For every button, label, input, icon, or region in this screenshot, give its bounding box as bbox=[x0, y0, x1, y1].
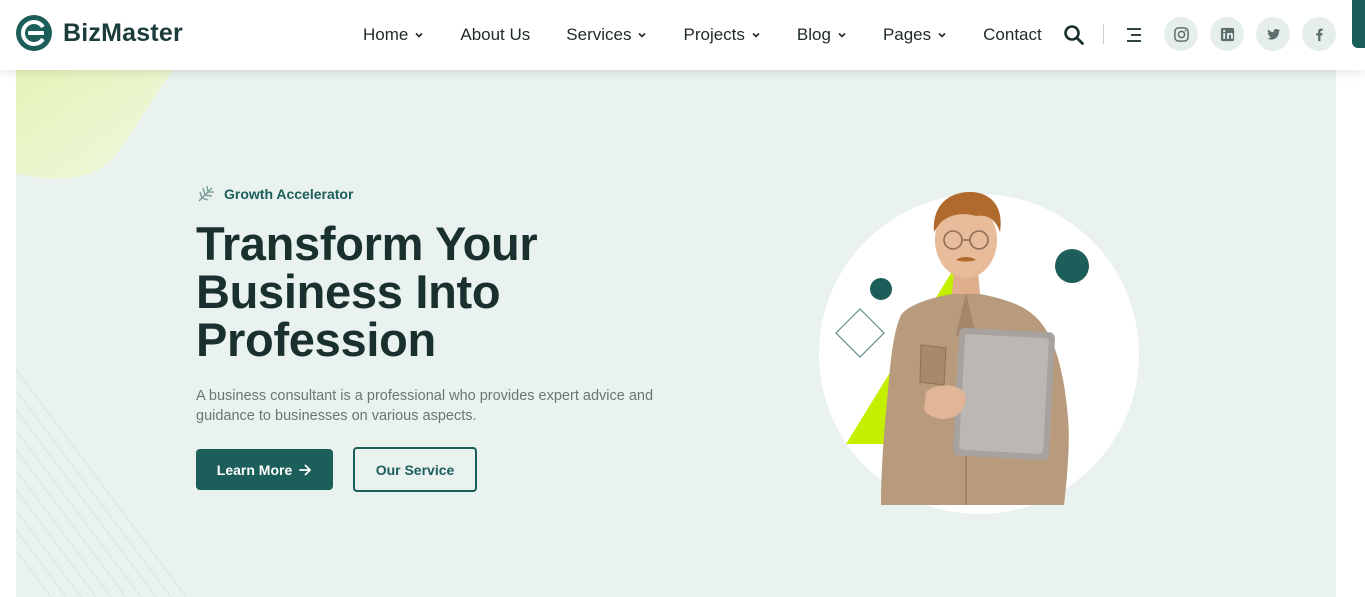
logo-link[interactable]: BizMaster bbox=[16, 15, 183, 51]
nav-item-blog[interactable]: Blog bbox=[797, 25, 847, 45]
instagram-icon bbox=[1173, 26, 1189, 42]
page: BizMaster Home About Us Services Project… bbox=[0, 0, 1365, 597]
header-divider bbox=[1103, 24, 1104, 44]
eyebrow-text: Growth Accelerator bbox=[224, 186, 354, 202]
hero-headline: Transform Your Business Into Profession bbox=[196, 220, 756, 364]
headline-line: Business Into bbox=[196, 265, 501, 318]
button-label: Our Service bbox=[375, 461, 455, 478]
hero-description: A business consultant is a professional … bbox=[196, 388, 654, 424]
scroll-top-tab[interactable] bbox=[1352, 0, 1365, 48]
growth-leaf-icon bbox=[198, 185, 214, 202]
small-teal-dot bbox=[870, 278, 892, 300]
main-nav: Home About Us Services Projects Blog Pag… bbox=[363, 0, 1042, 70]
chevron-down-icon bbox=[752, 32, 760, 38]
nav-label: Contact bbox=[983, 25, 1042, 44]
nav-label: Home bbox=[363, 25, 409, 44]
hero-section: Growth Accelerator Transform Your Busine… bbox=[16, 70, 1336, 597]
decorative-stripes bbox=[16, 370, 187, 597]
nav-item-pages[interactable]: Pages bbox=[883, 25, 947, 45]
large-teal-dot bbox=[1055, 249, 1089, 283]
nav-item-about-us[interactable]: About Us bbox=[460, 25, 530, 45]
headline-line: Profession bbox=[196, 313, 436, 366]
nav-item-projects[interactable]: Projects bbox=[683, 25, 760, 45]
consultant-illustration bbox=[819, 192, 1139, 514]
facebook-button[interactable] bbox=[1302, 17, 1336, 51]
brand-name: BizMaster bbox=[63, 18, 183, 47]
decorative-blob bbox=[16, 70, 174, 179]
site-header: BizMaster Home About Us Services Project… bbox=[0, 0, 1365, 70]
nav-item-home[interactable]: Home bbox=[363, 25, 424, 45]
nav-item-contact[interactable]: Contact bbox=[983, 25, 1042, 45]
linkedin-button[interactable] bbox=[1210, 17, 1244, 51]
button-label: Learn More bbox=[216, 461, 293, 478]
chevron-down-icon bbox=[938, 32, 946, 38]
brand-logo-icon bbox=[16, 15, 52, 51]
our-service-button[interactable]: Our Service bbox=[353, 447, 477, 492]
nav-label: Projects bbox=[683, 25, 745, 44]
nav-item-services[interactable]: Services bbox=[566, 25, 647, 45]
search-icon[interactable] bbox=[1063, 24, 1085, 46]
twitter-button[interactable] bbox=[1256, 17, 1290, 51]
nav-label: Services bbox=[566, 25, 632, 44]
twitter-icon bbox=[1266, 28, 1280, 40]
headline-line: Transform Your bbox=[196, 217, 538, 270]
chevron-down-icon bbox=[638, 32, 647, 38]
learn-more-button[interactable]: Learn More bbox=[196, 449, 333, 490]
chevron-down-icon bbox=[415, 32, 423, 38]
eyebrow: Growth Accelerator bbox=[196, 184, 353, 204]
nav-label: Pages bbox=[882, 25, 932, 44]
nav-label: Blog bbox=[796, 25, 831, 44]
instagram-button[interactable] bbox=[1164, 17, 1198, 51]
facebook-icon bbox=[1315, 28, 1323, 41]
linkedin-icon bbox=[1220, 27, 1234, 41]
arrow-right-icon bbox=[299, 464, 312, 475]
chevron-down-icon bbox=[838, 32, 846, 38]
nav-label: About Us bbox=[460, 25, 531, 44]
menu-icon[interactable] bbox=[1124, 26, 1144, 44]
